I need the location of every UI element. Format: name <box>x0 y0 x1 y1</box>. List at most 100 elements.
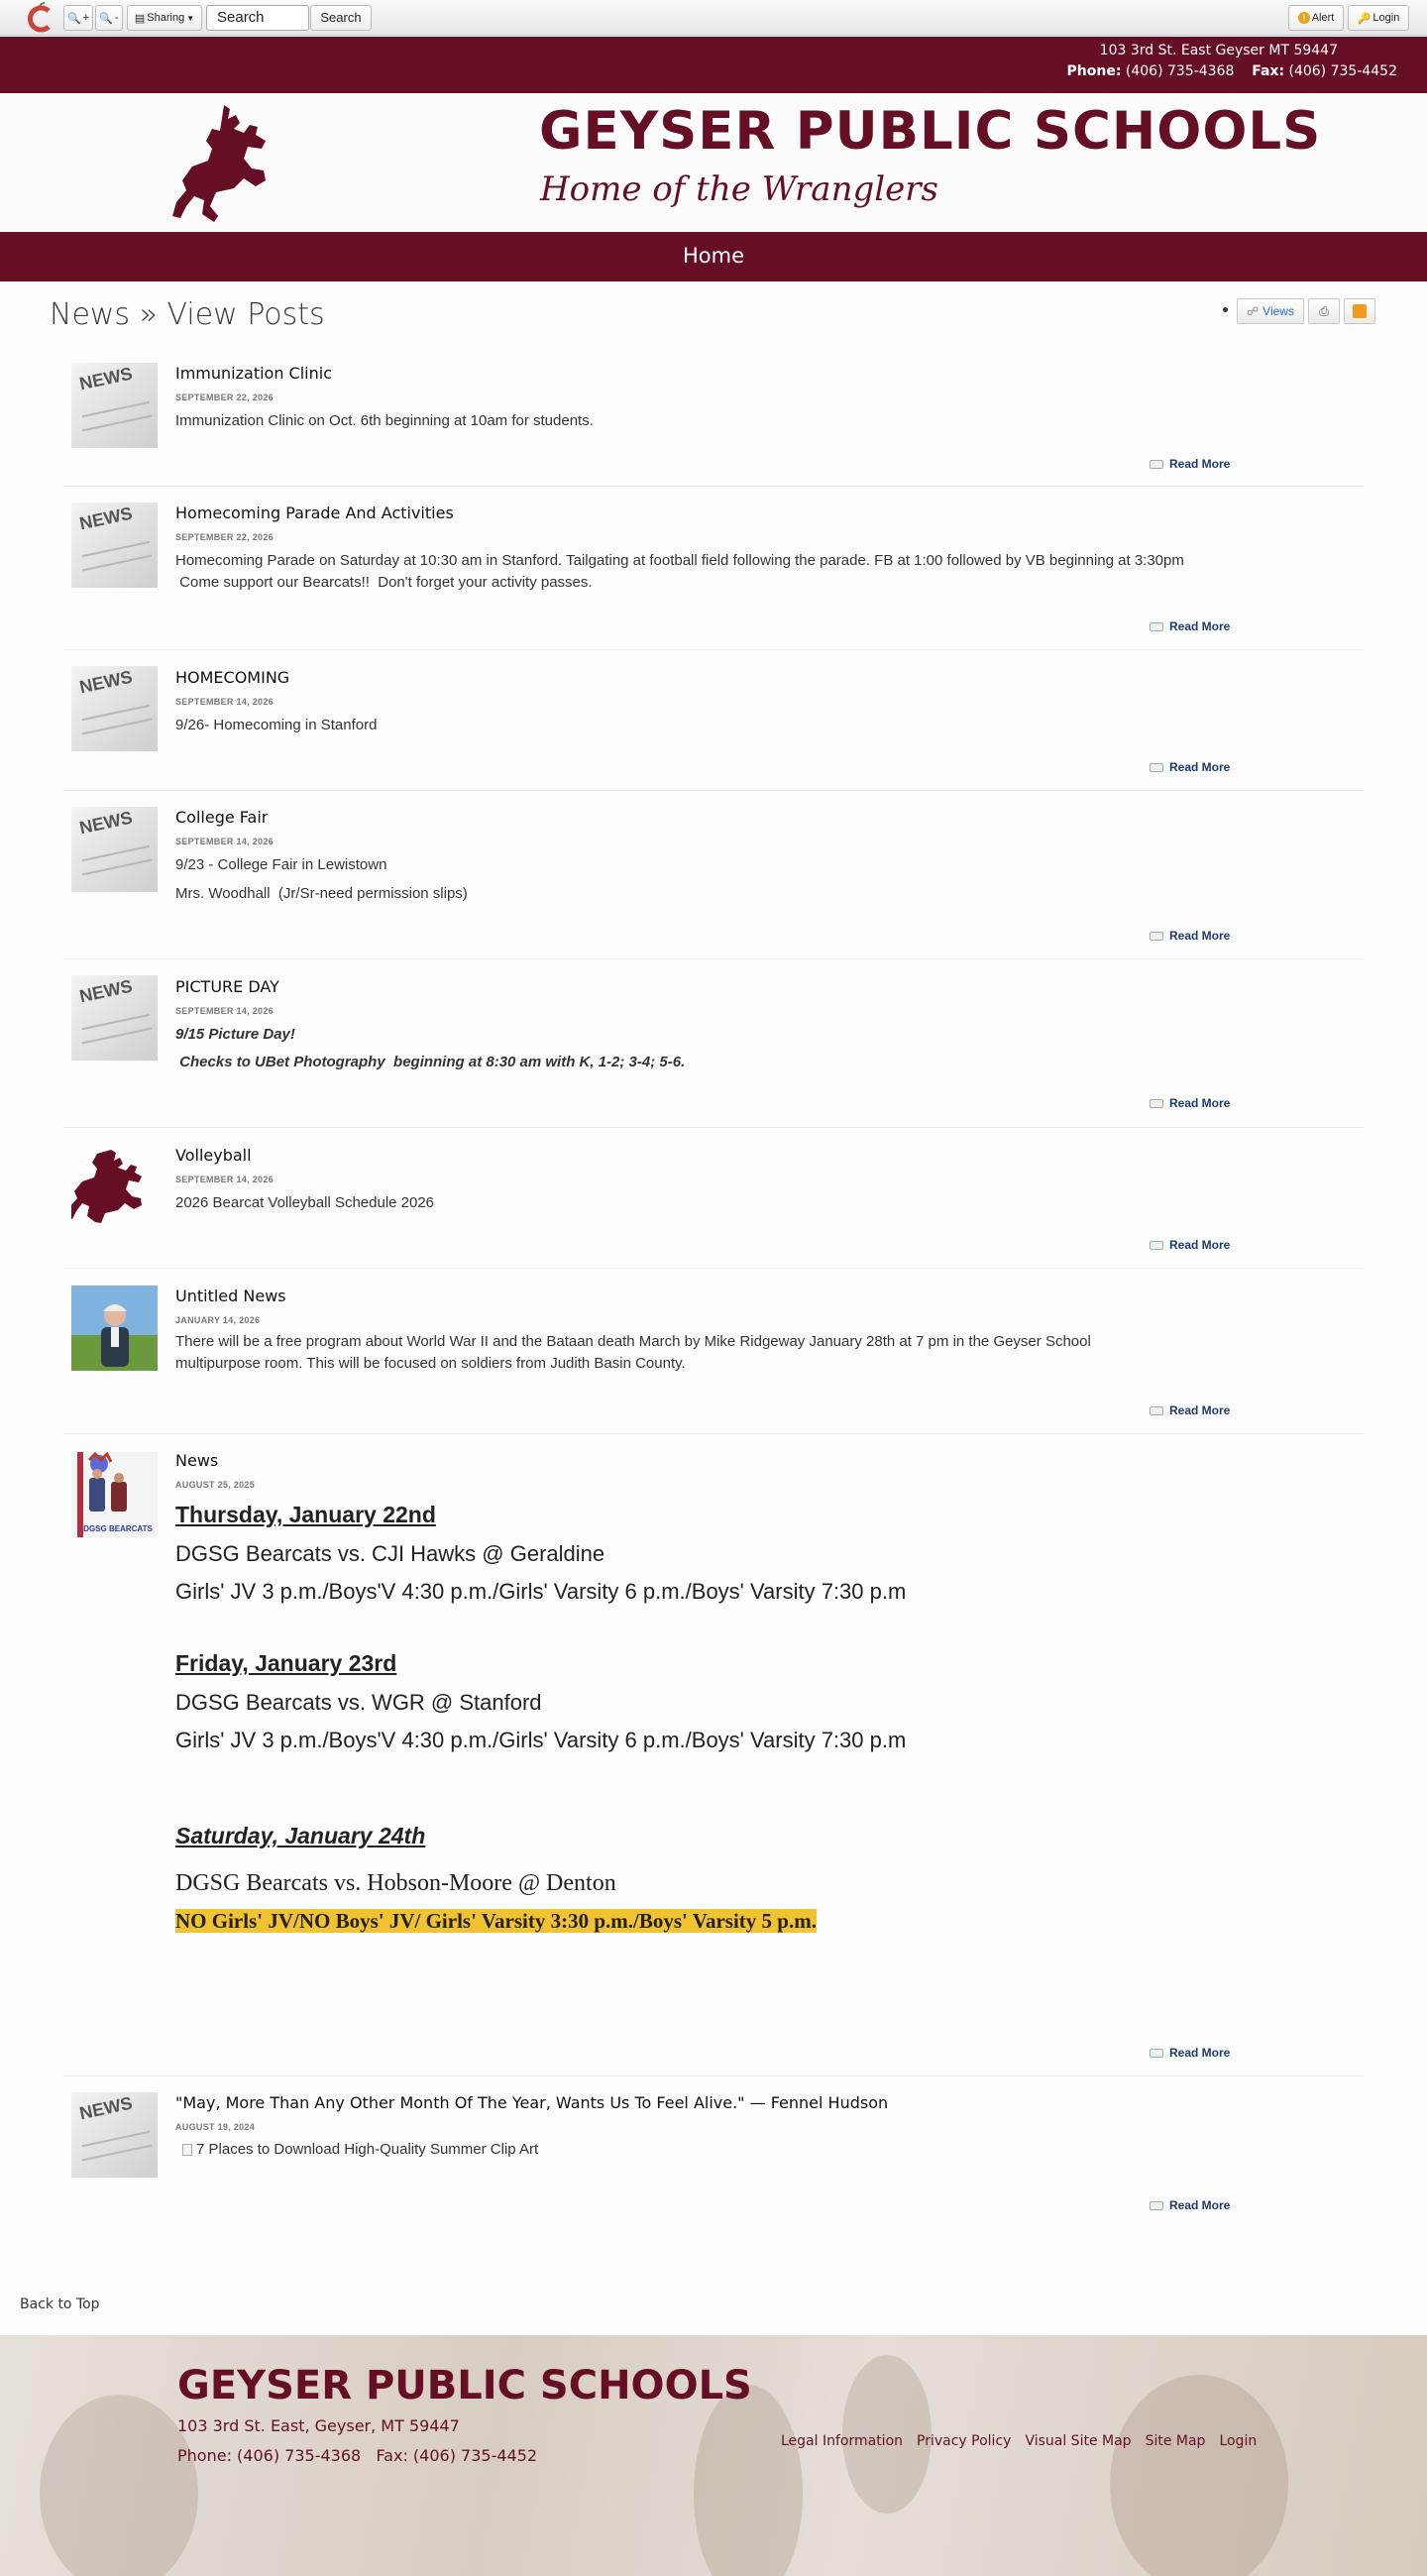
book-icon <box>1150 2048 1163 2058</box>
footer-bg-shape <box>40 2395 198 2576</box>
login-label: Login <box>1372 12 1400 24</box>
zoom-out-label: - <box>115 12 119 24</box>
schedule-times: NO Girls' JV/NO Boys' JV/ Girls' Varsity… <box>175 1909 817 1934</box>
fax-number: (406) 735-4452 <box>1288 63 1398 79</box>
alert-button[interactable]: ! Alert <box>1288 5 1344 31</box>
read-more-link[interactable]: Read More <box>1150 2198 1230 2212</box>
login-button[interactable]: 🔑 Login <box>1348 5 1409 31</box>
footer-bg-shape <box>1110 2375 1288 2576</box>
read-more-link[interactable]: Read More <box>1150 1096 1230 1110</box>
post-title[interactable]: Volleyball <box>175 1146 252 1165</box>
main-nav: Home <box>0 232 1427 281</box>
post-title[interactable]: Untitled News <box>175 1287 286 1305</box>
image-alt-text: 7 Places to Download High-Quality Summer… <box>196 2141 539 2158</box>
key-icon: 🔑 <box>1357 12 1372 25</box>
news-thumbnail[interactable]: NEWS <box>71 2092 158 2178</box>
site-header: GEYSER PUBLIC SCHOOLS Home of the Wrangl… <box>0 93 1427 232</box>
schedule-day: Thursday, January 22nd <box>175 1502 436 1527</box>
footer-link-login[interactable]: Login <box>1219 2433 1257 2449</box>
school-tagline: Home of the Wranglers <box>540 169 938 209</box>
news-thumbnail[interactable]: NEWS <box>71 807 158 892</box>
news-post: NEWS "May, More Than Any Other Month Of … <box>63 2086 1364 2215</box>
zoom-in-label: + <box>82 12 90 24</box>
footer-bg-shape <box>694 2385 803 2576</box>
printer-icon: ⎙ <box>1319 303 1329 318</box>
list-bullet <box>1223 307 1228 312</box>
read-more-link[interactable]: Read More <box>1150 929 1230 943</box>
schedule-day: Friday, January 23rd <box>175 1650 397 1676</box>
sharing-label: Sharing <box>147 12 185 24</box>
news-thumbnail[interactable]: NEWS <box>71 503 158 588</box>
news-post: Untitled News JANUARY 14, 2026 There wil… <box>63 1279 1364 1434</box>
post-date: SEPTEMBER 14, 2026 <box>175 697 274 707</box>
broken-image-alt: 7 Places to Download High-Quality Summer… <box>182 2139 1282 2161</box>
read-more-label: Read More <box>1169 2198 1231 2212</box>
schedule-day: Saturday, January 24th <box>175 1823 426 1848</box>
read-more-link[interactable]: Read More <box>1150 1403 1230 1417</box>
book-icon <box>1150 459 1163 469</box>
schedule-matchup: DGSG Bearcats vs. CJI Hawks @ Geraldine <box>175 1541 605 1566</box>
book-icon <box>1150 1240 1163 1250</box>
nav-item-home[interactable]: Home <box>0 244 1427 268</box>
post-title[interactable]: PICTURE DAY <box>175 977 279 996</box>
footer-link-legal[interactable]: Legal Information <box>781 2433 903 2449</box>
news-thumb-label: NEWS <box>77 2092 135 2124</box>
post-title[interactable]: HOMECOMING <box>175 668 289 687</box>
footer-link-privacy[interactable]: Privacy Policy <box>917 2433 1011 2449</box>
search-button[interactable]: Search <box>310 5 372 31</box>
post-title[interactable]: "May, More Than Any Other Month Of The Y… <box>175 2093 888 2112</box>
post-date: SEPTEMBER 22, 2026 <box>175 532 274 542</box>
read-more-link[interactable]: Read More <box>1150 2046 1230 2060</box>
print-button[interactable]: ⎙ <box>1308 298 1340 324</box>
read-more-link[interactable]: Read More <box>1150 457 1230 471</box>
read-more-label: Read More <box>1169 760 1231 774</box>
post-title[interactable]: News <box>175 1451 218 1470</box>
back-to-top-link[interactable]: Back to Top <box>20 2296 100 2312</box>
news-thumb-label: NEWS <box>77 975 135 1007</box>
footer-school-name: GEYSER PUBLIC SCHOOLS <box>177 2363 752 2408</box>
contact-bar: 103 3rd St. East Geyser MT 59447 Phone: … <box>0 37 1427 93</box>
chevron-down-icon: ▼ <box>186 13 195 23</box>
read-more-link[interactable]: Read More <box>1150 1238 1230 1252</box>
bucking-horse-logo[interactable] <box>166 101 283 228</box>
news-thumbnail[interactable]: NEWS <box>71 975 158 1061</box>
post-text: There will be a free program about World… <box>175 1333 1091 1350</box>
post-title[interactable]: Immunization Clinic <box>175 364 332 383</box>
news-thumb-label: NEWS <box>77 503 135 534</box>
footer-link-visual-site-map[interactable]: Visual Site Map <box>1025 2433 1131 2449</box>
post-title[interactable]: Homecoming Parade And Activities <box>175 504 454 522</box>
news-thumb-label: NEWS <box>77 363 135 394</box>
post-title[interactable]: College Fair <box>175 808 268 827</box>
views-button[interactable]: ☍ Views <box>1237 298 1304 324</box>
views-label: Views <box>1262 304 1294 318</box>
post-date: AUGUST 25, 2025 <box>175 1480 256 1490</box>
news-post: DGSG BEARCATS News AUGUST 25, 2025 Thurs… <box>63 1444 1364 2076</box>
broken-image-icon <box>182 2144 192 2156</box>
read-more-label: Read More <box>1169 929 1231 943</box>
alert-label: Alert <box>1311 12 1335 24</box>
contact-phones: Phone: (406) 735-4368 Fax: (406) 735-445… <box>1067 63 1397 79</box>
contact-address: 103 3rd St. East Geyser MT 59447 <box>1099 43 1338 58</box>
footer-link-site-map[interactable]: Site Map <box>1146 2433 1206 2449</box>
rss-icon <box>1353 304 1367 318</box>
book-icon <box>1150 931 1163 941</box>
read-more-label: Read More <box>1169 1238 1231 1252</box>
zoom-in-button[interactable]: 🔍 + <box>63 5 93 31</box>
phone-label: Phone: <box>1066 63 1122 79</box>
school-name: GEYSER PUBLIC SCHOOLS <box>539 101 1322 162</box>
search-input[interactable]: Search <box>206 5 309 31</box>
news-post: NEWS HOMECOMING SEPTEMBER 14, 2026 9/26-… <box>63 660 1364 791</box>
speaker-photo-thumbnail[interactable] <box>71 1286 158 1371</box>
news-thumbnail[interactable]: NEWS <box>71 363 158 448</box>
rss-button[interactable] <box>1344 298 1375 324</box>
book-icon <box>1150 1405 1163 1415</box>
zoom-out-button[interactable]: 🔍 - <box>95 5 123 31</box>
read-more-link[interactable]: Read More <box>1150 619 1230 633</box>
sharing-button[interactable]: ▤ Sharing ▼ <box>127 5 202 31</box>
apple-c-icon[interactable] <box>24 2 55 34</box>
bucking-horse-thumbnail[interactable] <box>71 1144 158 1229</box>
basketball-poster-thumbnail[interactable]: DGSG BEARCATS <box>71 1452 158 1537</box>
news-thumb-label: NEWS <box>77 807 135 839</box>
read-more-link[interactable]: Read More <box>1150 760 1230 774</box>
news-thumbnail[interactable]: NEWS <box>71 666 158 751</box>
